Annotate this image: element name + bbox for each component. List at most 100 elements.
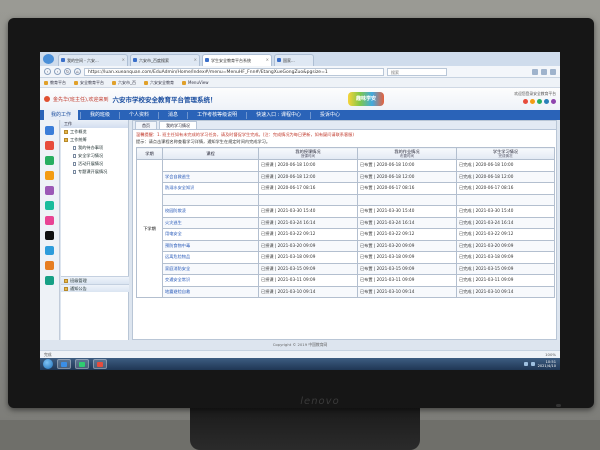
rail-home2-icon[interactable] [45, 276, 54, 285]
screen: 我的空间 - 六安... × 六安市_百度搜索 × 学生安全教育平台系统 × 国家..… [40, 52, 560, 370]
sidebar-item-activities[interactable]: 活动开展情况 [61, 160, 128, 168]
taskbar-wechat[interactable] [75, 359, 89, 369]
course-cell [162, 159, 259, 172]
clock[interactable]: 10:51 2021/4/10 [538, 360, 556, 368]
nav-profile[interactable]: 个人资料 [122, 110, 156, 120]
sidebar-item-label: 班级管理 [70, 277, 87, 283]
browser-tab[interactable]: 国家... [274, 54, 314, 66]
sidebar-item-special-courses[interactable]: 专题课开展情况 [61, 168, 128, 176]
course-cell: 学会自救逃生 [162, 170, 259, 183]
nav-messages[interactable]: 消息 [161, 110, 185, 120]
sidebar-item-planning[interactable]: 工作统筹 [61, 136, 128, 144]
nav-my-work[interactable]: 我的工作 [44, 110, 79, 120]
sidebar-item-announcements[interactable]: 通知公告 [61, 284, 129, 292]
course-cell: 地震避险自救 [162, 285, 259, 298]
favicon-icon [133, 58, 137, 62]
refresh-icon[interactable]: ↻ [64, 68, 71, 75]
start-button[interactable] [43, 359, 53, 369]
nav-assessment[interactable]: 工作考核等级说明 [190, 110, 244, 120]
taskbar-app[interactable] [93, 359, 107, 369]
study-status-cell: 已完成 | 2021-03-20 09:09 [456, 239, 555, 252]
rail-tiktok-icon[interactable] [45, 231, 54, 240]
browser-tab[interactable]: 我的空间 - 六安... × [58, 54, 128, 66]
tab-label: 学生安全教育平台系统 [211, 58, 251, 63]
course-link[interactable]: 地震避险自救 [165, 289, 190, 294]
network-icon[interactable] [523, 362, 528, 366]
extension-icon[interactable] [532, 68, 538, 75]
bookmark-item[interactable]: 六安安全教育 [144, 80, 174, 86]
taskbar-ie[interactable] [57, 359, 71, 369]
zoom-level[interactable]: 100% [545, 352, 556, 357]
rail-game-icon[interactable] [45, 261, 54, 270]
nav-quick-entry[interactable]: 快速入口 : 课程中心 [249, 110, 308, 120]
assign-status-cell: 已布置 | 2020-06-18 12:00 [357, 170, 457, 183]
rail-home-icon[interactable] [45, 126, 54, 135]
rail-app-icon[interactable] [45, 186, 54, 195]
rail-cloud-icon[interactable] [45, 246, 54, 255]
course-cell: 家庭消防安全 [162, 262, 259, 275]
browser-search-input[interactable]: 搜索 [387, 67, 447, 76]
logout-icon[interactable] [551, 99, 556, 104]
close-icon[interactable]: × [194, 57, 197, 62]
course-link[interactable]: 家庭消防安全 [165, 266, 190, 271]
column-header-label: 我的作业情况 [394, 148, 420, 154]
download-icon[interactable] [541, 68, 547, 75]
rail-tool-icon[interactable] [45, 201, 54, 210]
bookmark-item[interactable]: 教育平台 [44, 80, 66, 86]
nav-complaints[interactable]: 投诉中心 [313, 110, 347, 120]
course-link[interactable]: 预防食物中毒 [165, 243, 190, 248]
sidebar-item-overview[interactable]: 工作概览 [61, 128, 128, 136]
menu-icon[interactable] [550, 68, 556, 75]
teach-status-cell: 已授课 | 2020-06-18 10:00 [258, 159, 358, 172]
sidebar-item-learning[interactable]: 安全学习情况 [61, 152, 128, 160]
sidebar-item-class-management[interactable]: 班级管理 [61, 276, 129, 284]
browser-tab-bar: 我的空间 - 六安... × 六安市_百度搜索 × 学生安全教育平台系统 × 国家..… [40, 52, 560, 66]
bookmark-item[interactable]: 安全教育平台 [74, 80, 104, 86]
rail-file-icon[interactable] [45, 171, 54, 180]
system-title: 六安市学校安全教育平台管理系统！ [112, 96, 217, 104]
home-icon[interactable]: ⌂ [74, 68, 81, 75]
content-tabs: 首页 我的学习情况 [133, 121, 556, 130]
browser-tab-active[interactable]: 学生安全教育平台系统 × [202, 54, 272, 66]
help-icon[interactable] [537, 99, 542, 104]
learning-status-table: 学期 课程 我的授课情况 授课时间 我的作业情况 布置时间 学生学习情况 完成情况 下… [136, 147, 555, 298]
table-row: 防溺水安全知识 已授课 | 2020-06-17 08:16 已布置 | 2020-… [137, 182, 555, 195]
bookmark-item[interactable]: MenuView [182, 80, 208, 85]
notification-icon[interactable] [523, 99, 528, 104]
fun-learning-badge[interactable]: 趣味学安 [348, 92, 384, 106]
forward-icon[interactable]: › [54, 68, 61, 75]
assign-status-cell: 已布置 | 2021-03-15 09:09 [357, 262, 457, 275]
url-input[interactable]: https://luan.xueanquan.com/EduAdmin/Home… [84, 67, 384, 76]
rail-chat-icon[interactable] [45, 156, 54, 165]
column-subheader: 授课时间 [301, 153, 315, 158]
message-icon[interactable] [530, 99, 535, 104]
close-icon[interactable]: × [122, 57, 125, 62]
close-icon[interactable]: × [266, 57, 269, 62]
sidebar-item-todo[interactable]: 我的待办事项 [61, 144, 128, 152]
back-icon[interactable]: ‹ [44, 68, 51, 75]
course-link[interactable]: 火灾逃生 [165, 220, 182, 225]
course-link[interactable]: 学会自救逃生 [165, 174, 190, 179]
main-panel: 首页 我的学习情况 温馨提醒：1. 班主任如有未完成的学习任务，请及时督促学生完… [132, 120, 557, 340]
teach-status-cell: 已授课 | 2021-03-10 09:14 [258, 285, 358, 298]
course-link[interactable]: 远离危险物品 [165, 254, 190, 259]
course-link[interactable]: 交通安全常识 [165, 277, 190, 282]
tab-home[interactable]: 首页 [135, 121, 157, 129]
nav-my-class[interactable]: 我的班级 [83, 110, 117, 120]
browser-logo-icon[interactable] [43, 54, 54, 64]
bookmark-item[interactable]: 六安市_百 [112, 80, 136, 86]
rail-video-icon[interactable] [45, 141, 54, 150]
teach-status-cell [258, 193, 358, 206]
tab-my-learning[interactable]: 我的学习情况 [159, 121, 197, 129]
column-subheader: 布置时间 [400, 153, 414, 158]
sidebar-item-label: 专题课开展情况 [78, 169, 108, 174]
rail-music-icon[interactable] [45, 216, 54, 225]
settings-icon[interactable] [544, 99, 549, 104]
course-link[interactable]: 校园防欺凌 [165, 208, 186, 213]
volume-icon[interactable] [530, 362, 535, 366]
course-link[interactable]: 防溺水安全知识 [165, 185, 194, 190]
course-link[interactable]: 用电安全 [165, 231, 182, 236]
browser-tab[interactable]: 六安市_百度搜索 × [130, 54, 200, 66]
warning-notice: 温馨提醒：1. 班主任如有未完成的学习任务，请及时督促学生完成。(注：完成情况为… [136, 132, 354, 137]
table-row: 学会自救逃生 已授课 | 2020-06-18 12:00 已布置 | 2020-0… [137, 170, 555, 183]
